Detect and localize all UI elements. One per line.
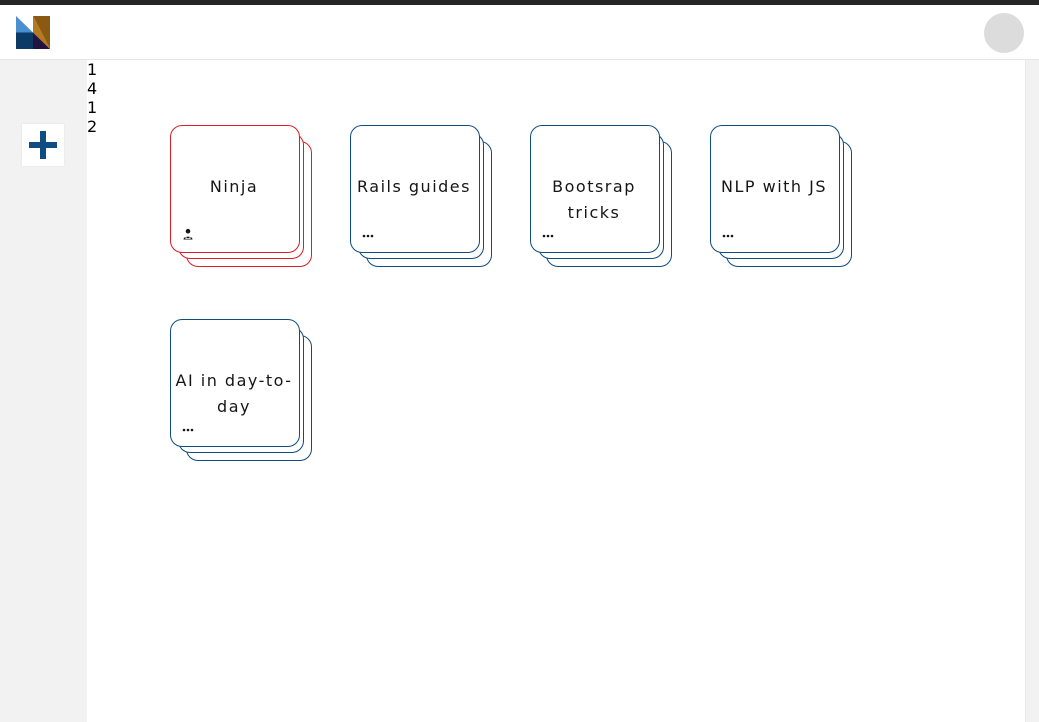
deck-count-badge: 1 xyxy=(87,98,98,117)
more-dots-icon[interactable] xyxy=(542,228,554,240)
user-avatar-icon[interactable] xyxy=(984,13,1024,53)
app-header xyxy=(0,5,1039,60)
deck-title: Ninja xyxy=(209,177,259,196)
deck-title: Rails guides xyxy=(357,177,471,196)
deck-card-ai-in-day-to-day[interactable]: AI in day-to-day xyxy=(170,319,316,465)
deck-grid-panel: Ninja Rails guides 1 Bootsrap tricks 4 N… xyxy=(87,60,1026,722)
deck-title: AI in day-to-day xyxy=(175,371,293,416)
plus-icon xyxy=(29,131,57,159)
deck-card-nlp-with-js[interactable]: NLP with JS xyxy=(710,125,856,271)
add-deck-button[interactable] xyxy=(22,124,64,166)
user-lock-icon[interactable] xyxy=(182,228,194,240)
deck-count-badge: 1 xyxy=(87,60,98,79)
deck-card-bootsrap-tricks[interactable]: Bootsrap tricks xyxy=(530,125,676,271)
deck-title: Bootsrap tricks xyxy=(552,177,636,222)
brand-logo-icon[interactable] xyxy=(16,16,50,49)
deck-card-ninja[interactable]: Ninja xyxy=(170,125,316,271)
more-dots-icon[interactable] xyxy=(182,422,194,434)
more-dots-icon[interactable] xyxy=(722,228,734,240)
deck-count-badge: 4 xyxy=(87,79,98,98)
more-dots-icon[interactable] xyxy=(362,228,374,240)
deck-title: NLP with JS xyxy=(720,177,828,196)
deck-card-rails-guides[interactable]: Rails guides xyxy=(350,125,496,271)
